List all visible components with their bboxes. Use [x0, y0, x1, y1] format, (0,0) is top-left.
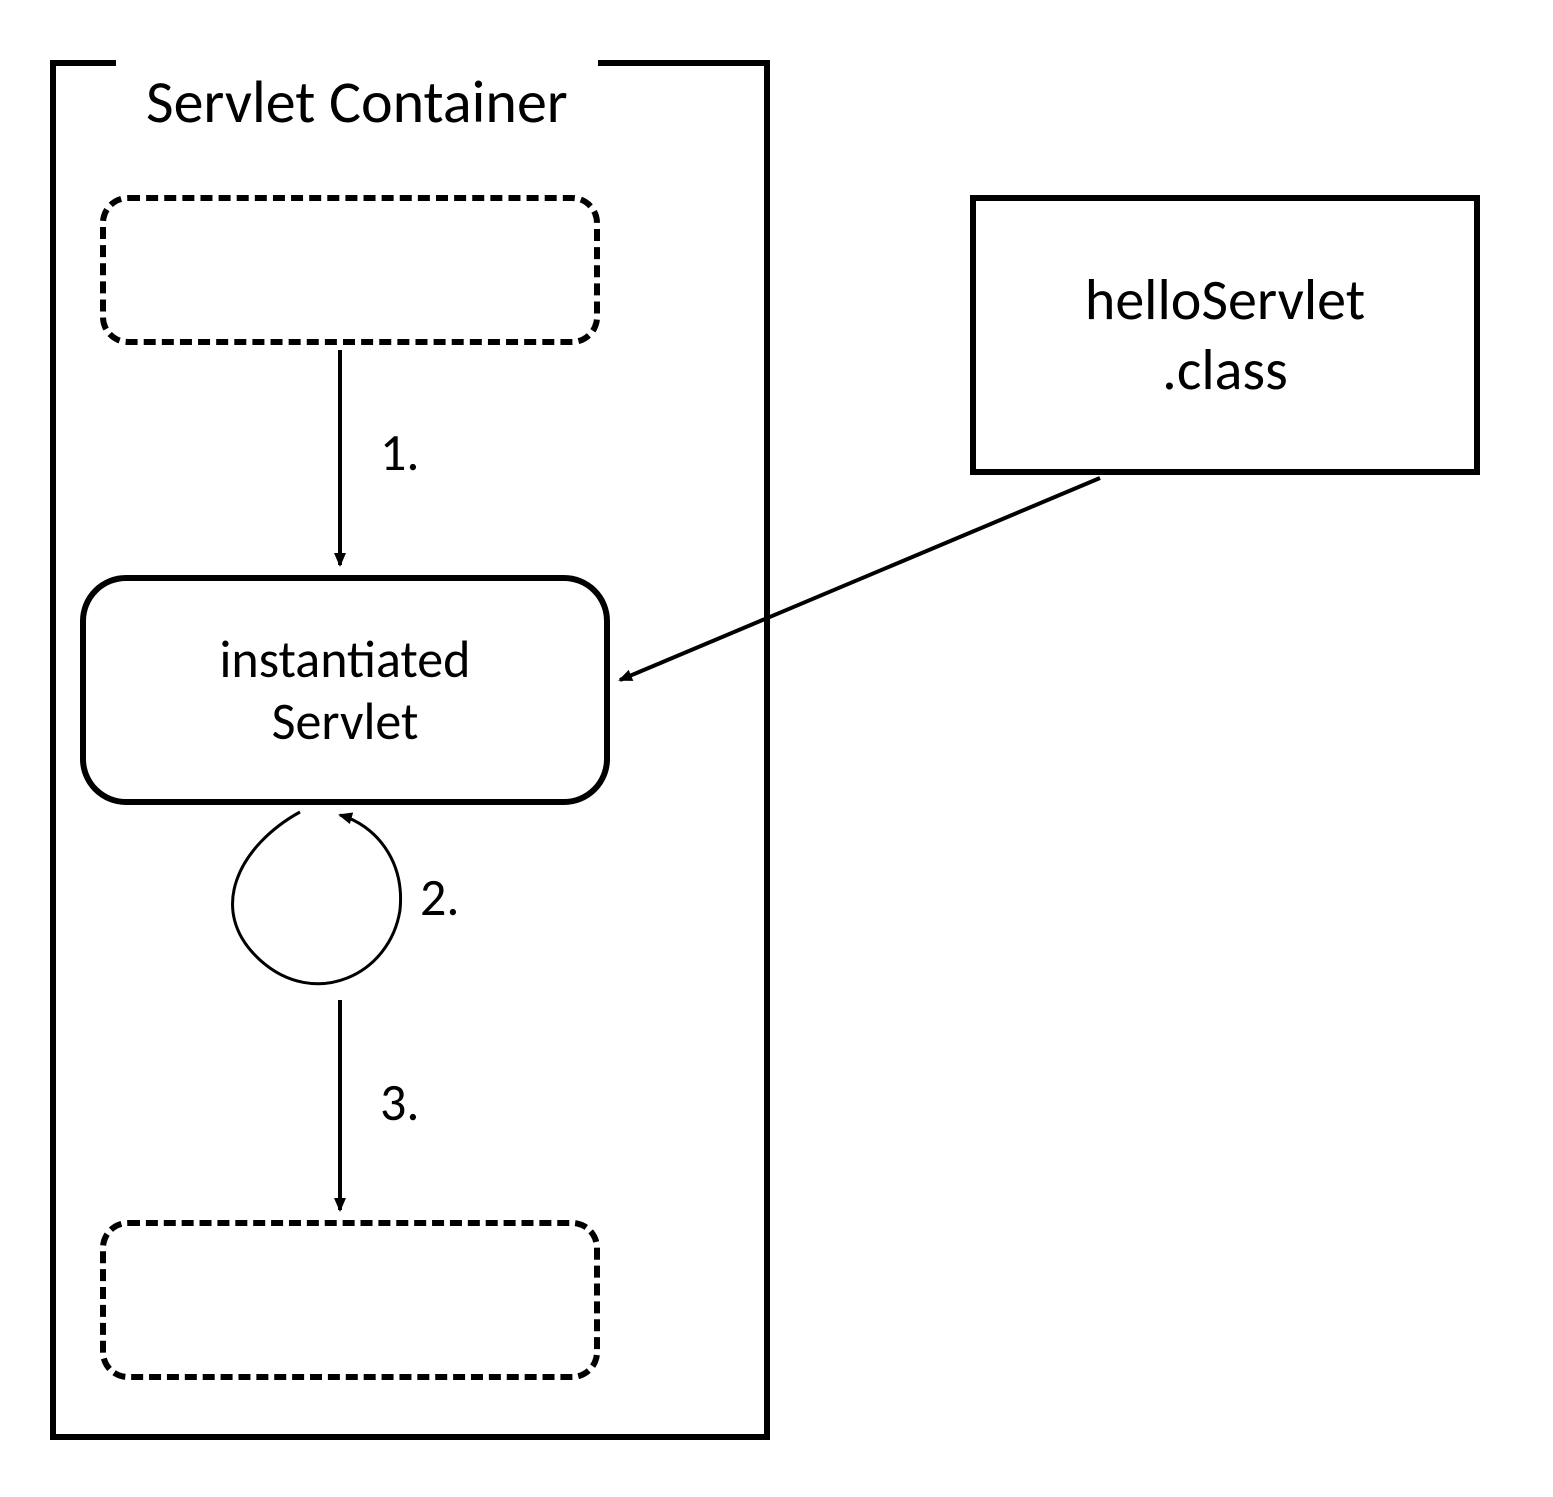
start-state-box	[100, 195, 600, 345]
step-3-label: 3.	[380, 1070, 419, 1134]
container-title: Servlet Container	[116, 60, 598, 156]
instantiated-servlet-label: instantiatedServlet	[220, 628, 471, 753]
step-2-label: 2.	[420, 865, 459, 929]
class-file-box: helloServlet.class	[970, 195, 1480, 475]
servlet-lifecycle-diagram: Servlet Container instantiatedServlet he…	[40, 40, 1513, 1457]
instantiated-servlet-box: instantiatedServlet	[80, 575, 610, 805]
step-1-label: 1.	[380, 420, 419, 484]
end-state-box	[100, 1220, 600, 1380]
class-file-label: helloServlet.class	[1085, 265, 1365, 404]
